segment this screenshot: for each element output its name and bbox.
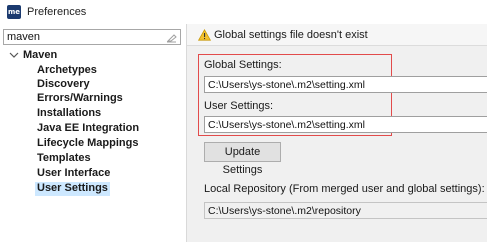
chevron-down-icon[interactable]	[8, 50, 20, 60]
tree-item-user-interface[interactable]: User Interface	[37, 167, 110, 181]
tree-item-java-ee-integration[interactable]: Java EE Integration	[37, 122, 139, 136]
warning-icon	[198, 29, 211, 41]
tree-node-label: Maven	[23, 49, 58, 61]
warning-message: Global settings file doesn't exist	[214, 29, 368, 41]
tree-item-discovery[interactable]: Discovery	[37, 78, 90, 92]
preferences-navigation: maven Maven Archetypes Discovery Errors/…	[0, 24, 186, 242]
global-settings-value: C:\Users\ys-stone\.m2\setting.xml	[208, 79, 365, 91]
local-repository-label: Local Repository (From merged user and g…	[204, 183, 485, 195]
global-settings-field[interactable]: C:\Users\ys-stone\.m2\setting.xml	[204, 76, 487, 93]
title-bar: me Preferences	[0, 0, 487, 24]
app-icon: me	[7, 5, 21, 19]
warning-banner: Global settings file doesn't exist	[187, 24, 487, 46]
settings-page: Global settings file doesn't exist Globa…	[187, 24, 487, 242]
user-settings-value: C:\Users\ys-stone\.m2\setting.xml	[208, 119, 365, 131]
tree-node-maven[interactable]: Maven	[8, 49, 57, 63]
update-settings-button[interactable]: Update Settings	[204, 142, 281, 176]
filter-input[interactable]: maven	[3, 29, 181, 45]
tree-item-user-settings[interactable]: User Settings	[35, 182, 110, 196]
local-repository-value: C:\Users\ys-stone\.m2\repository	[208, 205, 361, 217]
user-settings-field[interactable]: C:\Users\ys-stone\.m2\setting.xml	[204, 116, 487, 133]
tree-item-archetypes[interactable]: Archetypes	[37, 64, 97, 78]
local-repository-field: C:\Users\ys-stone\.m2\repository	[204, 202, 487, 219]
filter-input-value: maven	[7, 31, 41, 43]
clear-filter-icon[interactable]	[166, 32, 177, 43]
window-title: Preferences	[27, 6, 87, 18]
tree-item-errors-warnings[interactable]: Errors/Warnings	[37, 92, 123, 106]
user-settings-label: User Settings:	[204, 100, 274, 112]
tree-item-installations[interactable]: Installations	[37, 107, 101, 121]
tree-item-templates[interactable]: Templates	[37, 152, 91, 166]
global-settings-label: Global Settings:	[204, 59, 282, 71]
tree-item-lifecycle-mappings[interactable]: Lifecycle Mappings	[37, 137, 138, 151]
